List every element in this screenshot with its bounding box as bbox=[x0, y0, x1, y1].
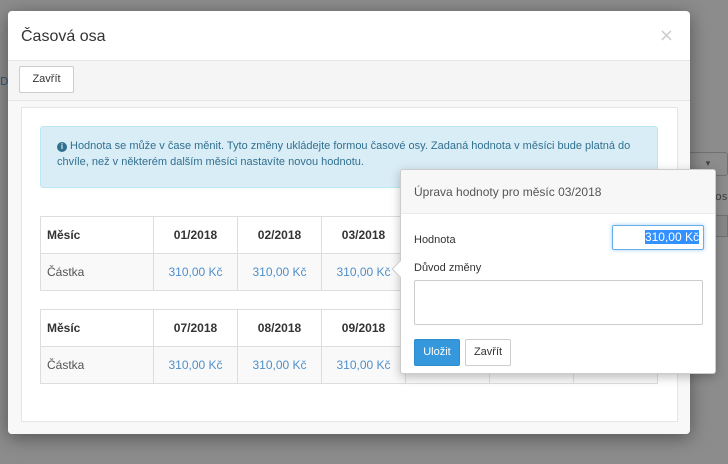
amount-cell[interactable]: 310,00 Kč bbox=[237, 346, 322, 384]
month-header-label: Měsíc bbox=[40, 309, 154, 347]
save-button[interactable]: Uložit bbox=[414, 339, 460, 366]
month-cell: 07/2018 bbox=[153, 309, 238, 347]
reason-label: Důvod změny bbox=[414, 262, 482, 274]
value-input-text: 310,00 Kč bbox=[644, 230, 699, 244]
amount-row-label: Částka bbox=[40, 253, 154, 291]
close-icon[interactable]: × bbox=[659, 25, 674, 46]
value-label: Hodnota bbox=[414, 234, 456, 246]
amount-cell[interactable]: 310,00 Kč bbox=[153, 346, 238, 384]
month-header-label: Měsíc bbox=[40, 216, 154, 254]
amount-cell[interactable]: 310,00 Kč bbox=[321, 346, 406, 384]
month-cell: 01/2018 bbox=[153, 216, 238, 254]
info-icon: i bbox=[57, 142, 67, 152]
month-cell: 02/2018 bbox=[237, 216, 322, 254]
amount-cell[interactable]: 310,00 Kč bbox=[237, 253, 322, 291]
modal-toolbar: Zavřít bbox=[8, 61, 690, 101]
amount-cell[interactable]: 310,00 Kč bbox=[153, 253, 238, 291]
reason-textarea[interactable] bbox=[414, 280, 703, 325]
month-cell: 03/2018 bbox=[321, 216, 406, 254]
close-button[interactable]: Zavřít bbox=[19, 66, 74, 93]
value-input[interactable]: 310,00 Kč bbox=[612, 225, 704, 250]
modal-title: Časová osa bbox=[21, 28, 106, 45]
edit-value-popover: Úprava hodnoty pro měsíc 03/2018 Hodnota… bbox=[391, 169, 716, 374]
popover-title: Úprava hodnoty pro měsíc 03/2018 bbox=[401, 170, 715, 214]
month-cell: 08/2018 bbox=[237, 309, 322, 347]
info-alert-text: Hodnota se může v čase měnit. Tyto změny… bbox=[57, 140, 631, 168]
amount-cell[interactable]: 310,00 Kč bbox=[321, 253, 406, 291]
month-cell: 09/2018 bbox=[321, 309, 406, 347]
modal-header: Časová osa × bbox=[8, 11, 690, 61]
amount-row-label: Částka bbox=[40, 346, 154, 384]
popover-close-button[interactable]: Zavřít bbox=[465, 339, 511, 366]
